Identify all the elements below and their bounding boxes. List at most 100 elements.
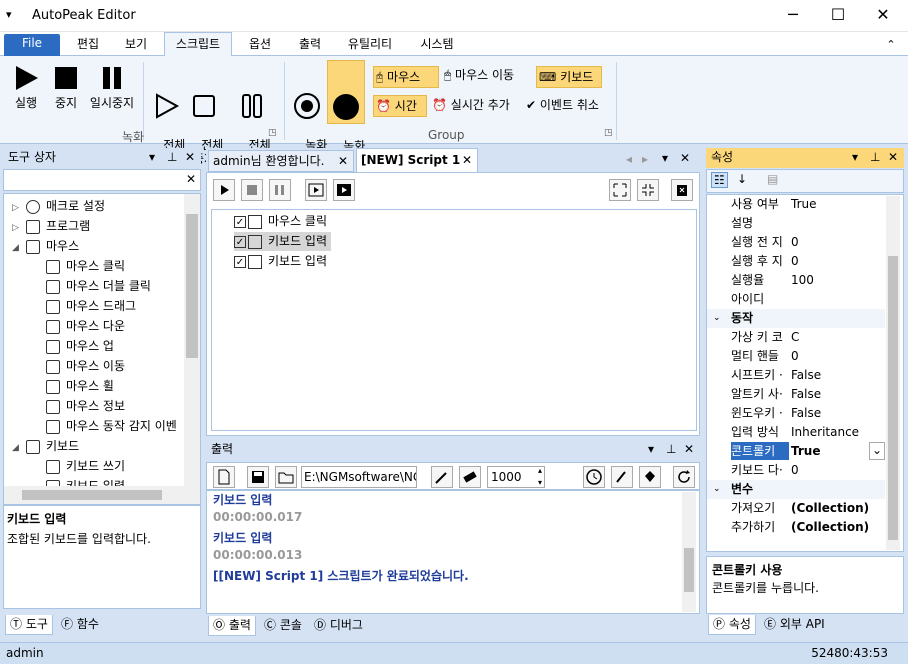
save-icon[interactable] <box>247 466 269 488</box>
tree-item[interactable]: 마우스 이동 <box>46 356 125 376</box>
stop-button[interactable]: 중지 <box>48 64 84 110</box>
menu-view[interactable]: 보기 <box>114 35 158 56</box>
property-value[interactable]: 0 <box>791 461 799 479</box>
property-row[interactable]: 가상 키 코 C <box>707 328 885 347</box>
event-cancel-button[interactable]: ✔ 이벤트 취소 <box>526 98 616 112</box>
minimize-button[interactable]: ─ <box>770 0 816 32</box>
script-line[interactable]: ✓ 키보드 입력 <box>234 232 332 251</box>
tree-vertical-scrollbar[interactable] <box>184 194 200 486</box>
eraser-icon[interactable] <box>459 466 481 488</box>
pause-button[interactable]: 일시중지 <box>86 64 138 110</box>
close-icon[interactable]: ✕ <box>684 440 694 459</box>
collapse-icon[interactable]: ⌄ <box>713 309 721 327</box>
tab-output[interactable]: Ⓞ 출력 <box>208 616 256 636</box>
script-line[interactable]: ✓ 마우스 클릭 <box>234 212 331 231</box>
brush-icon[interactable] <box>611 466 633 488</box>
property-row[interactable]: 추가하기 (Collection) <box>707 518 885 537</box>
property-value[interactable]: (Collection) <box>791 499 869 517</box>
menu-script[interactable]: 스크립트 <box>164 32 232 57</box>
categorized-icon[interactable]: ☷ <box>711 172 728 188</box>
tab-tools[interactable]: Ⓣ 도구 <box>5 615 53 635</box>
spinner-arrows-icon[interactable]: ▴ ▾ <box>538 465 542 489</box>
property-row[interactable]: 입력 방식 Inheritance <box>707 423 885 442</box>
property-row[interactable]: 설명 <box>707 214 885 233</box>
property-category[interactable]: ⌄ 동작 <box>707 309 885 328</box>
property-row[interactable]: 아이디 <box>707 290 885 309</box>
close-tab-icon[interactable]: ✕ <box>338 151 348 171</box>
property-value[interactable]: False <box>791 366 821 384</box>
property-value[interactable]: 0 <box>791 347 799 365</box>
property-value[interactable]: 100 <box>791 271 814 289</box>
menu-system[interactable]: 시스템 <box>412 35 462 56</box>
maximize-button[interactable]: ☐ <box>815 0 861 32</box>
expander-icon[interactable]: ▷ <box>12 198 26 218</box>
property-row[interactable]: 멀티 핸들 0 <box>707 347 885 366</box>
tree-item[interactable]: ▷ 프로그램 <box>12 216 90 236</box>
tree-item[interactable]: 키보드 쓰기 <box>46 456 125 476</box>
property-row[interactable]: 키보드 다· 0 <box>707 461 885 480</box>
tab-properties[interactable]: Ⓟ 속성 <box>708 615 756 635</box>
property-row[interactable]: 알트키 사· False <box>707 385 885 404</box>
property-dropdown-icon[interactable]: ⌄ <box>869 442 885 460</box>
menu-options[interactable]: 옵션 <box>238 35 282 56</box>
property-value[interactable]: (Collection) <box>791 518 869 536</box>
tree-item[interactable]: 마우스 드래그 <box>46 296 136 316</box>
tab-welcome[interactable]: admin님 환영합니다. ✕ <box>208 150 354 172</box>
collapse-icon[interactable] <box>637 179 659 201</box>
property-value[interactable]: 0 <box>791 252 799 270</box>
tab-functions[interactable]: Ⓕ 함수 <box>57 615 103 635</box>
menu-utility[interactable]: 유틸리티 <box>338 35 402 56</box>
property-value[interactable]: Inheritance <box>791 423 859 441</box>
mouse-move-button[interactable]: 🖱 마우스 이동 <box>444 68 532 82</box>
tree-item[interactable]: 마우스 업 <box>46 336 114 356</box>
checkbox[interactable]: ✓ <box>234 216 246 228</box>
output-path-field[interactable]: E:\NGMsoftware\NG <box>301 466 417 488</box>
tab-external-api[interactable]: Ⓔ 외부 API <box>760 615 829 635</box>
property-pages-icon[interactable]: ▤ <box>767 172 778 186</box>
run-button[interactable]: 실행 <box>8 64 44 110</box>
property-row[interactable]: 콘트롤키 True ⌄ <box>707 442 885 461</box>
close-button[interactable]: ✕ <box>860 0 906 32</box>
stop-script-button[interactable] <box>241 179 263 201</box>
expand-icon[interactable] <box>609 179 631 201</box>
delete-icon[interactable] <box>671 179 693 201</box>
property-row[interactable]: 사용 여부 True <box>707 195 885 214</box>
time-toggle[interactable]: ⏰ 시간 <box>373 95 427 117</box>
dropdown-icon[interactable]: ▾ <box>149 148 155 167</box>
record-stop-button[interactable]: 녹화 중지 <box>327 60 365 167</box>
tab-console[interactable]: Ⓒ 콘솔 <box>260 616 306 636</box>
tab-script-1[interactable]: [NEW] Script 1 ✕ <box>356 148 478 172</box>
pin-icon[interactable]: ⊥ <box>870 148 880 167</box>
pin-icon[interactable]: ⊥ <box>666 440 676 459</box>
output-scrollbar[interactable] <box>682 492 696 612</box>
clear-search-icon[interactable]: ✕ <box>186 172 196 186</box>
clock-icon[interactable] <box>583 466 605 488</box>
expander-icon[interactable]: ▷ <box>12 218 26 238</box>
scroll-left-icon[interactable]: ◂ <box>626 152 632 166</box>
dropdown-icon[interactable]: ▾ <box>852 148 858 167</box>
refresh-icon[interactable] <box>673 466 695 488</box>
close-icon[interactable]: ✕ <box>680 151 690 165</box>
property-row[interactable]: 가져오기 (Collection) <box>707 499 885 518</box>
close-icon[interactable]: ✕ <box>185 148 195 167</box>
property-row[interactable]: 실행 전 지 0 <box>707 233 885 252</box>
property-row[interactable]: 시프트키 · False <box>707 366 885 385</box>
open-folder-icon[interactable] <box>275 466 297 488</box>
property-value[interactable]: C <box>791 328 799 346</box>
close-icon[interactable]: ✕ <box>888 148 898 167</box>
script-line[interactable]: ✓ 키보드 입력 <box>234 252 331 271</box>
property-row[interactable]: 실행율 100 <box>707 271 885 290</box>
realtime-add-button[interactable]: ⏰ 실시간 추가 <box>432 98 522 112</box>
tree-item[interactable]: ◢ 마우스 <box>12 236 79 256</box>
checkbox[interactable]: ✓ <box>234 256 246 268</box>
tree-item[interactable]: 마우스 동작 감지 이벤 <box>46 416 177 436</box>
fill-bucket-icon[interactable] <box>639 466 661 488</box>
property-row[interactable]: 실행 후 지 0 <box>707 252 885 271</box>
checkbox[interactable]: ✓ <box>234 236 246 248</box>
close-tab-icon[interactable]: ✕ <box>462 149 472 171</box>
tree-item[interactable]: 마우스 휠 <box>46 376 114 396</box>
line-count-spinner[interactable]: 1000 ▴ ▾ <box>487 466 545 488</box>
property-value[interactable]: 0 <box>791 233 799 251</box>
system-menu-icon[interactable]: ▾ <box>6 8 12 21</box>
tree-item[interactable]: ◢ 키보드 <box>12 436 79 456</box>
